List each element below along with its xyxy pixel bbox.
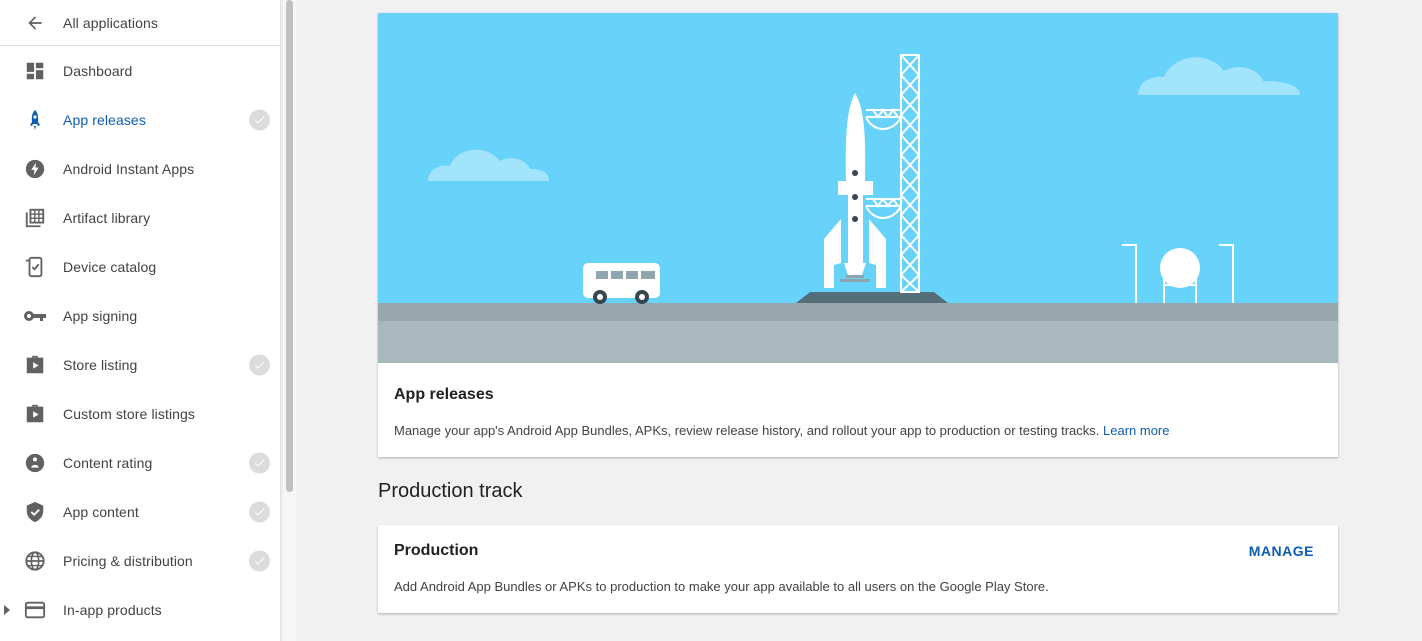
- learn-more-link[interactable]: Learn more: [1103, 423, 1169, 438]
- sidebar-item-android-instant-apps[interactable]: Android Instant Apps: [0, 144, 280, 193]
- nav-list: Dashboard App releases Android Instant A…: [0, 46, 280, 634]
- app-releases-card: App releases Manage your app's Android A…: [378, 13, 1338, 457]
- expand-arrow-icon[interactable]: [4, 604, 10, 615]
- bolt-icon: [23, 157, 47, 181]
- store-icon: [23, 402, 47, 426]
- sidebar-item-in-app-products[interactable]: In-app products: [0, 585, 280, 634]
- sidebar-item-label: Android Instant Apps: [63, 160, 195, 177]
- sidebar-item-label: Custom store listings: [63, 405, 196, 422]
- sidebar-item-label: App content: [63, 503, 139, 520]
- key-icon: [23, 304, 47, 328]
- sidebar-item-artifact-library[interactable]: Artifact library: [0, 193, 280, 242]
- sidebar-item-store-listing[interactable]: Store listing: [0, 340, 280, 389]
- sidebar-item-label: In-app products: [63, 601, 162, 618]
- sidebar-item-device-catalog[interactable]: Device catalog: [0, 242, 280, 291]
- rating-icon: [23, 451, 47, 475]
- arrow-back-icon: [23, 11, 47, 35]
- section-title: Production track: [378, 480, 523, 502]
- back-to-all-applications[interactable]: All applications: [0, 0, 280, 46]
- sidebar-item-label: App signing: [63, 307, 138, 324]
- check-icon: [249, 452, 270, 473]
- sidebar-item-label: Pricing & distribution: [63, 552, 193, 569]
- sidebar-scrollbar[interactable]: [282, 0, 296, 641]
- sidebar-item-content-rating[interactable]: Content rating: [0, 438, 280, 487]
- production-card: Production MANAGE Add Android App Bundle…: [378, 525, 1338, 613]
- sidebar-item-label: Content rating: [63, 454, 153, 471]
- sidebar-item-app-releases[interactable]: App releases: [0, 95, 280, 144]
- sidebar-item-label: Artifact library: [63, 209, 151, 226]
- card-title: Production: [394, 542, 479, 559]
- check-icon: [249, 550, 270, 571]
- check-icon: [249, 501, 270, 522]
- rocket-icon: [23, 108, 47, 132]
- sidebar-item-label: Device catalog: [63, 258, 157, 275]
- device-icon: [23, 255, 47, 279]
- store-icon: [23, 353, 47, 377]
- card-icon: [23, 598, 47, 622]
- card-description-text: Manage your app's Android App Bundles, A…: [394, 423, 1100, 438]
- card-title: App releases: [394, 386, 494, 403]
- rocket-launch-illustration: [378, 13, 1338, 363]
- sidebar-item-label: App releases: [63, 111, 146, 128]
- check-icon: [249, 354, 270, 375]
- sidebar-item-dashboard[interactable]: Dashboard: [0, 46, 280, 95]
- sidebar-item-app-content[interactable]: App content: [0, 487, 280, 536]
- manage-button[interactable]: MANAGE: [1249, 543, 1314, 559]
- sidebar-item-custom-store-listings[interactable]: Custom store listings: [0, 389, 280, 438]
- check-icon: [249, 109, 270, 130]
- scrollbar-thumb[interactable]: [286, 0, 293, 492]
- sidebar-item-pricing-distribution[interactable]: Pricing & distribution: [0, 536, 280, 585]
- library-icon: [23, 206, 47, 230]
- sidebar-item-label: Dashboard: [63, 62, 133, 79]
- sidebar-item-label: Store listing: [63, 356, 138, 373]
- sidebar: All applications Dashboard App releases …: [0, 0, 281, 641]
- sidebar-item-app-signing[interactable]: App signing: [0, 291, 280, 340]
- card-description: Add Android App Bundles or APKs to produ…: [394, 579, 1049, 594]
- globe-icon: [23, 549, 47, 573]
- shield-icon: [23, 500, 47, 524]
- dashboard-icon: [23, 59, 47, 83]
- back-label: All applications: [63, 14, 158, 31]
- card-description: Manage your app's Android App Bundles, A…: [394, 423, 1169, 438]
